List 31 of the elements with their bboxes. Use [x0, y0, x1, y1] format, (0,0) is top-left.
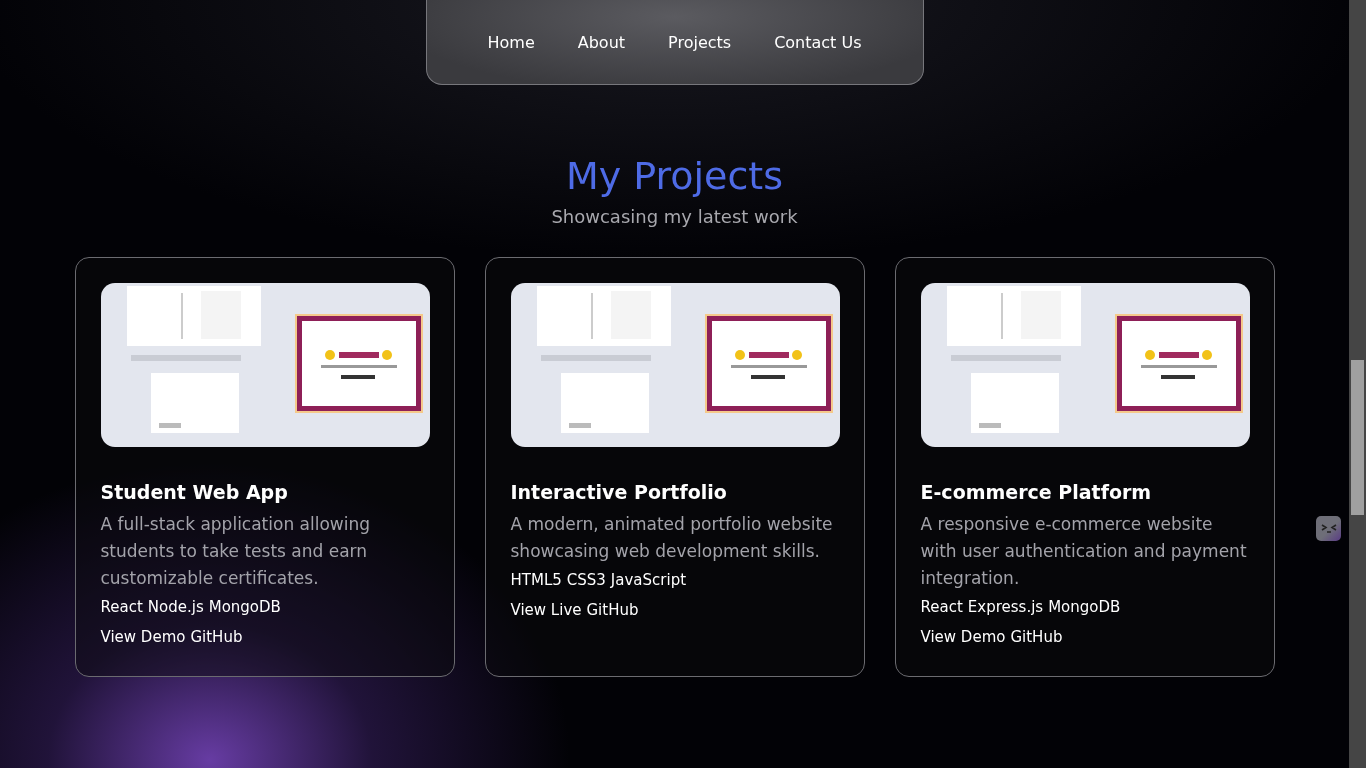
- chat-button[interactable]: [1316, 516, 1341, 541]
- tech-tag: Node.js: [147, 597, 204, 617]
- tech-tag: CSS3: [566, 570, 606, 590]
- scrollbar-thumb[interactable]: [1351, 360, 1364, 515]
- tech-tag: MongoDB: [1048, 597, 1121, 617]
- project-link[interactable]: View Demo: [920, 627, 1006, 647]
- tech-tag: React: [100, 597, 143, 617]
- tech-tag: MongoDB: [208, 597, 281, 617]
- project-description: A full-stack application allowing students to take tests and earn customizable certificates.: [100, 513, 372, 590]
- project-title: Student Web App: [100, 480, 289, 504]
- section-title: My Projects: [565, 153, 784, 199]
- section-subtitle: Showcasing my latest work: [551, 205, 798, 229]
- project-description: A modern, animated portfolio website showcasing web development skills.: [510, 513, 834, 563]
- tech-tag: React: [920, 597, 963, 617]
- project-link[interactable]: GitHub: [1010, 627, 1063, 647]
- project-description: A responsive e-commerce website with user authentication and payment integration.: [920, 513, 1248, 590]
- project-link[interactable]: View Live: [510, 600, 582, 620]
- nav-link[interactable]: Contact Us: [774, 32, 862, 52]
- scrollbar[interactable]: [1349, 0, 1366, 768]
- project-link[interactable]: View Demo: [100, 627, 186, 647]
- project-title: E-commerce Platform: [920, 480, 1153, 504]
- nav-link[interactable]: Home: [487, 32, 535, 52]
- tech-tag: Express.js: [967, 597, 1044, 617]
- tech-tag: HTML5: [510, 570, 562, 590]
- project-title: Interactive Portfolio: [510, 480, 728, 504]
- nav-link[interactable]: About: [577, 32, 626, 52]
- tech-tag: JavaScript: [610, 570, 687, 590]
- project-link[interactable]: GitHub: [190, 627, 243, 647]
- face-icon: [1320, 524, 1337, 533]
- project-link[interactable]: GitHub: [586, 600, 639, 620]
- nav-link[interactable]: Projects: [668, 32, 732, 52]
